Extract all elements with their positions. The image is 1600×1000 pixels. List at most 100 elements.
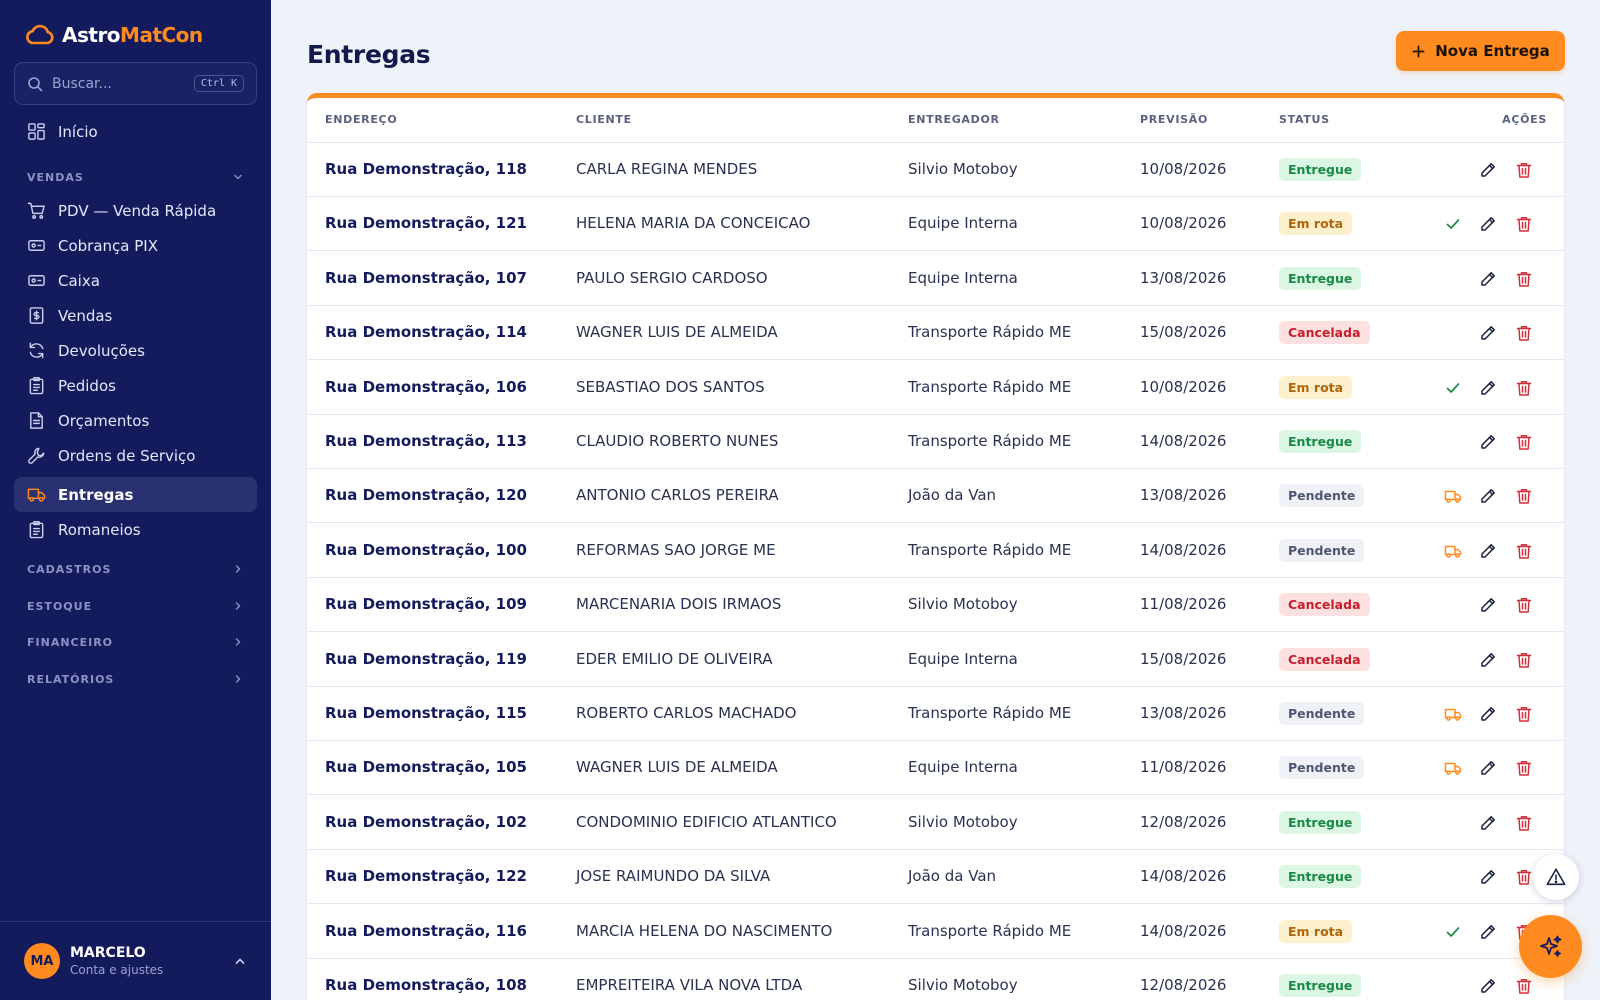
- sidebar-section-cadastros[interactable]: CADASTROS: [14, 558, 257, 580]
- table-row[interactable]: Rua Demonstração, 102 CONDOMINIO EDIFICIO…: [307, 796, 1564, 850]
- sidebar-item-inicio[interactable]: Início: [14, 114, 257, 149]
- table-row[interactable]: Rua Demonstração, 113 CLAUDIO ROBERTO NUN…: [307, 415, 1564, 469]
- edit-button[interactable]: [1477, 921, 1499, 943]
- search-input[interactable]: [52, 75, 194, 92]
- table-row[interactable]: Rua Demonstração, 109 MARCENARIA DOIS IRM…: [307, 578, 1564, 633]
- delete-button[interactable]: [1513, 540, 1535, 562]
- delete-button[interactable]: [1513, 703, 1535, 725]
- sidebar-item-pdv[interactable]: PDV — Venda Rápida: [14, 193, 257, 228]
- column-header-driver[interactable]: ENTREGADOR: [908, 113, 1000, 126]
- delete-button[interactable]: [1513, 377, 1535, 399]
- table-row[interactable]: Rua Demonstração, 120 ANTONIO CARLOS PERE…: [307, 469, 1564, 524]
- delete-button[interactable]: [1513, 213, 1535, 235]
- cell-address[interactable]: Rua Demonstração, 114: [325, 323, 527, 341]
- table-row[interactable]: Rua Demonstração, 116 MARCIA HELENA DO NA…: [307, 905, 1564, 959]
- cell-address[interactable]: Rua Demonstração, 106: [325, 378, 527, 396]
- sidebar-item-orcamentos[interactable]: Orçamentos: [14, 403, 257, 438]
- column-header-status[interactable]: STATUS: [1279, 113, 1330, 126]
- table-row[interactable]: Rua Demonstração, 106 SEBASTIAO DOS SANTO…: [307, 361, 1564, 415]
- sidebar-item-entregas[interactable]: Entregas: [14, 477, 257, 512]
- column-header-forecast[interactable]: PREVISÃO: [1140, 113, 1208, 126]
- search-box[interactable]: Ctrl K: [14, 62, 257, 105]
- delete-button[interactable]: [1513, 485, 1535, 507]
- confirm-delivery-button[interactable]: [1442, 377, 1464, 399]
- sidebar-item-romaneios[interactable]: Romaneios: [14, 512, 257, 547]
- dispatch-delivery-button[interactable]: [1442, 485, 1464, 507]
- delete-button[interactable]: [1513, 322, 1535, 344]
- cell-address[interactable]: Rua Demonstração, 107: [325, 269, 527, 287]
- edit-button[interactable]: [1477, 757, 1499, 779]
- table-row[interactable]: Rua Demonstração, 122 JOSE RAIMUNDO DA SI…: [307, 850, 1564, 905]
- cell-address[interactable]: Rua Demonstração, 115: [325, 704, 527, 722]
- edit-button[interactable]: [1477, 594, 1499, 616]
- edit-button[interactable]: [1477, 649, 1499, 671]
- dispatch-delivery-button[interactable]: [1442, 703, 1464, 725]
- delete-button[interactable]: [1513, 431, 1535, 453]
- column-header-client[interactable]: CLIENTE: [576, 113, 632, 126]
- cell-address[interactable]: Rua Demonstração, 121: [325, 214, 527, 232]
- delete-button[interactable]: [1513, 757, 1535, 779]
- edit-button[interactable]: [1477, 540, 1499, 562]
- edit-button[interactable]: [1477, 213, 1499, 235]
- alert-button[interactable]: [1533, 854, 1579, 900]
- sidebar-item-vendas[interactable]: Vendas: [14, 298, 257, 333]
- delete-button[interactable]: [1513, 594, 1535, 616]
- column-header-address[interactable]: ENDEREÇO: [325, 113, 397, 126]
- delete-button[interactable]: [1513, 649, 1535, 671]
- cell-forecast: 14/08/2026: [1140, 432, 1227, 450]
- delete-button[interactable]: [1513, 812, 1535, 834]
- new-delivery-button[interactable]: Nova Entrega: [1396, 31, 1565, 71]
- edit-button[interactable]: [1477, 703, 1499, 725]
- cell-address[interactable]: Rua Demonstração, 108: [325, 976, 527, 994]
- edit-button[interactable]: [1477, 268, 1499, 290]
- edit-button[interactable]: [1477, 975, 1499, 997]
- sidebar-section-vendas[interactable]: VENDAS: [14, 166, 257, 188]
- assistant-button[interactable]: [1519, 915, 1582, 978]
- cell-address[interactable]: Rua Demonstração, 120: [325, 486, 527, 504]
- table-row[interactable]: Rua Demonstração, 107 PAULO SERGIO CARDOS…: [307, 252, 1564, 306]
- edit-button[interactable]: [1477, 159, 1499, 181]
- table-row[interactable]: Rua Demonstração, 114 WAGNER LUIS DE ALME…: [307, 306, 1564, 361]
- sidebar-item-pedidos[interactable]: Pedidos: [14, 368, 257, 403]
- table-row[interactable]: Rua Demonstração, 108 EMPREITEIRA VILA NO…: [307, 959, 1564, 1000]
- user-menu[interactable]: MA MARCELO Conta e ajustes: [0, 921, 271, 1000]
- sidebar-section-estoque[interactable]: ESTOQUE: [14, 595, 257, 617]
- edit-button[interactable]: [1477, 431, 1499, 453]
- edit-button[interactable]: [1477, 866, 1499, 888]
- confirm-delivery-button[interactable]: [1442, 213, 1464, 235]
- sidebar-section-financeiro[interactable]: FINANCEIRO: [14, 631, 257, 653]
- table-row[interactable]: Rua Demonstração, 121 HELENA MARIA DA CON…: [307, 197, 1564, 252]
- edit-button[interactable]: [1477, 485, 1499, 507]
- table-row[interactable]: Rua Demonstração, 105 WAGNER LUIS DE ALME…: [307, 741, 1564, 796]
- delete-button[interactable]: [1513, 268, 1535, 290]
- edit-button[interactable]: [1477, 377, 1499, 399]
- cell-address[interactable]: Rua Demonstração, 118: [325, 160, 527, 178]
- cell-address[interactable]: Rua Demonstração, 116: [325, 922, 527, 940]
- edit-button[interactable]: [1477, 812, 1499, 834]
- cell-forecast: 10/08/2026: [1140, 377, 1227, 396]
- table-row[interactable]: Rua Demonstração, 100 REFORMAS SAO JORGE …: [307, 524, 1564, 578]
- table-row[interactable]: Rua Demonstração, 115 ROBERTO CARLOS MACH…: [307, 687, 1564, 741]
- delete-button[interactable]: [1513, 866, 1535, 888]
- cell-address[interactable]: Rua Demonstração, 122: [325, 867, 527, 885]
- cell-address[interactable]: Rua Demonstração, 113: [325, 432, 527, 450]
- dispatch-delivery-button[interactable]: [1442, 757, 1464, 779]
- sidebar-item-cobranca-pix[interactable]: Cobrança PIX: [14, 228, 257, 263]
- cell-address[interactable]: Rua Demonstração, 100: [325, 541, 527, 559]
- sidebar-section-relatorios[interactable]: RELATÓRIOS: [14, 668, 257, 690]
- dispatch-delivery-button[interactable]: [1442, 540, 1464, 562]
- cell-address[interactable]: Rua Demonstração, 102: [325, 813, 527, 831]
- table-row[interactable]: Rua Demonstração, 119 EDER EMILIO DE OLIV…: [307, 633, 1564, 687]
- cell-address[interactable]: Rua Demonstração, 109: [325, 595, 527, 613]
- table-row[interactable]: Rua Demonstração, 118 CARLA REGINA MENDES…: [307, 143, 1564, 197]
- sidebar-item-devolucoes[interactable]: Devoluções: [14, 333, 257, 368]
- sidebar-item-ordens-servico[interactable]: Ordens de Serviço: [14, 438, 257, 473]
- cell-address[interactable]: Rua Demonstração, 105: [325, 758, 527, 776]
- sidebar-item-caixa[interactable]: Caixa: [14, 263, 257, 298]
- delete-button[interactable]: [1513, 159, 1535, 181]
- cell-address[interactable]: Rua Demonstração, 119: [325, 650, 527, 668]
- delete-button[interactable]: [1513, 975, 1535, 997]
- brand-logo[interactable]: AstroMatCon: [24, 20, 203, 50]
- edit-button[interactable]: [1477, 322, 1499, 344]
- confirm-delivery-button[interactable]: [1442, 921, 1464, 943]
